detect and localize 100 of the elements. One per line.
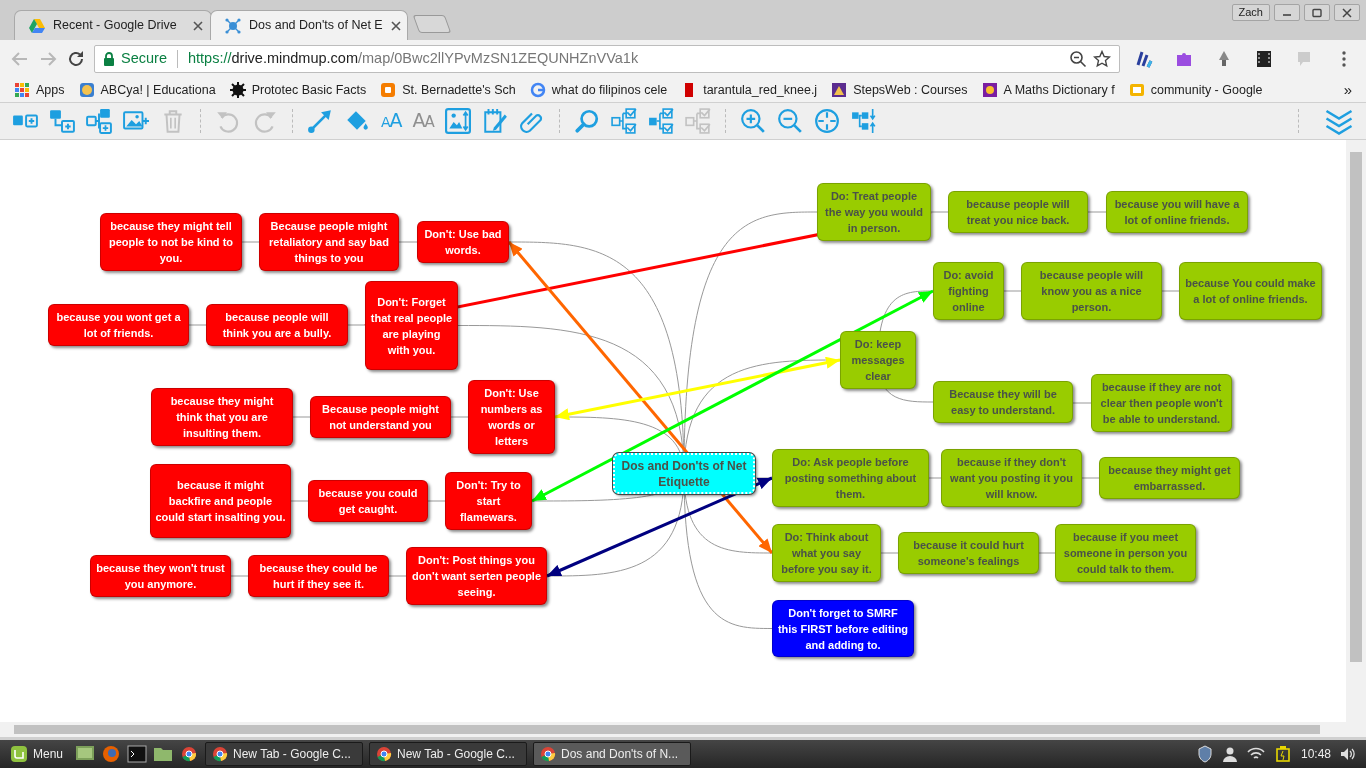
map-node[interactable]: Do: Think about what you say before you say it. — [772, 524, 881, 582]
bookmark-link[interactable]: ABCya! | Educationa — [100, 80, 216, 100]
connector-line — [1072, 402, 1092, 404]
map-node[interactable]: because they might tell people to not be kind to you. — [100, 213, 242, 271]
map-node[interactable]: because it could hurt someone's fealings — [898, 532, 1039, 574]
map-node[interactable]: Don't: Use numbers as words or letters — [468, 380, 555, 454]
shield-icon[interactable] — [1196, 745, 1213, 763]
bookmark-link[interactable]: community - Google — [1150, 80, 1263, 100]
close-icon[interactable] — [193, 20, 203, 31]
scrollbar-thumb[interactable] — [1350, 152, 1362, 662]
drive-icon — [29, 17, 45, 34]
address-bar[interactable]: Secure https://drive.mindmup.com/map/0Bwc2llYPvMzSN1ZEQUNHZnVVa1k — [94, 45, 1120, 73]
connector-line — [1003, 290, 1022, 292]
firefox-icon[interactable] — [101, 744, 122, 764]
font-size-button[interactable]: AA — [381, 108, 402, 134]
chrome-icon — [376, 746, 393, 762]
connector-line — [230, 575, 249, 577]
root-node[interactable]: Dos and Don'ts of Net Etiquette — [613, 453, 755, 494]
url-text: https://drive.mindmup.com/map/0Bwc2llYPvMzSN1ZEQUNHZnVVa1k — [187, 49, 639, 69]
map-node[interactable]: because people will know you as a nice person. — [1021, 262, 1162, 320]
connector-line — [292, 416, 311, 418]
browser-tab[interactable]: Dos and Don'ts of Net E — [210, 10, 408, 40]
taskbar-window-button[interactable]: New Tab - Google C... — [369, 742, 528, 766]
network-icon — [225, 17, 241, 34]
user-icon[interactable] — [1221, 746, 1238, 762]
close-icon[interactable] — [1341, 7, 1353, 18]
checklist-icon[interactable] — [647, 108, 674, 134]
bookmark-icon — [831, 82, 848, 98]
map-node[interactable]: because if you meet someone in person you could talk to them. — [1055, 524, 1196, 582]
map-node[interactable]: because if they don't want you posting it you will know. — [941, 449, 1082, 507]
map-node[interactable]: because they might think that you are insulting them. — [151, 388, 293, 446]
map-node[interactable]: Because people might retaliatory and say bad things to you — [259, 213, 399, 271]
zoom-in-icon[interactable] — [739, 108, 766, 134]
terminal-icon[interactable] — [127, 744, 148, 764]
taskbar-window-button[interactable]: New Tab - Google C... — [205, 742, 364, 766]
tree-icon[interactable] — [850, 108, 877, 134]
search-icon[interactable] — [573, 108, 600, 134]
map-node[interactable]: Do: keep messages clear — [840, 331, 916, 389]
bookmark-link[interactable]: St. Bernadette's Sch — [402, 80, 516, 100]
map-node[interactable]: because you could get caught. — [308, 480, 428, 522]
profile-button[interactable]: Zach — [1231, 4, 1270, 21]
map-node[interactable]: Don't: Post things you don't want serten people seeing. — [406, 547, 547, 605]
bookmark-link[interactable]: Apps — [36, 80, 65, 100]
wifi-icon[interactable] — [1246, 746, 1265, 762]
speaker-icon[interactable] — [1340, 746, 1356, 762]
more-bookmarks-button[interactable]: » — [1343, 78, 1352, 102]
map-node[interactable]: Do: Ask people before posting something about them. — [772, 449, 929, 507]
map-node[interactable]: because people will think you are a bully. — [206, 304, 348, 346]
close-icon[interactable] — [390, 20, 401, 31]
battery-icon[interactable] — [1273, 745, 1292, 763]
bookmark-icon — [78, 82, 95, 98]
map-node[interactable]: Don't forget to SMRF this FIRST before editing and adding to. — [772, 600, 914, 657]
map-node[interactable]: Do: Treat people the way you would in person. — [817, 183, 931, 241]
map-node[interactable]: Don't: Use bad words. — [417, 221, 509, 263]
browser-tab[interactable]: Recent - Google Drive — [14, 10, 212, 40]
connector-line — [347, 324, 366, 326]
map-node[interactable]: because you will have a lot of online friends. — [1106, 191, 1248, 233]
notepad-icon[interactable] — [481, 108, 508, 134]
scrollbar-thumb[interactable] — [14, 725, 1320, 734]
taskbar-window-button[interactable]: Dos and Don'ts of N... — [533, 742, 692, 766]
map-node[interactable]: Do: avoid fighting online — [933, 262, 1004, 320]
bookmark-link[interactable]: tarantula_red_knee.j — [703, 80, 818, 100]
map-node[interactable]: Because they will be easy to understand. — [933, 381, 1073, 423]
bookmark-link[interactable]: A Maths Dictionary f — [1003, 80, 1115, 100]
link-arrow[interactable] — [546, 476, 773, 578]
map-node[interactable]: Don't: Forget that real people are playing with you. — [365, 281, 458, 370]
connector-line — [427, 500, 446, 502]
bookmark-link[interactable]: Prototec Basic Facts — [251, 80, 367, 100]
film-icon[interactable] — [1254, 49, 1274, 69]
arrow-icon[interactable] — [307, 108, 333, 134]
checklist-icon[interactable] — [610, 108, 637, 134]
gear-icon — [229, 82, 246, 98]
picture-resize-icon[interactable] — [444, 108, 471, 134]
bookmark-icon — [981, 82, 998, 98]
vertical-scrollbar[interactable] — [1346, 140, 1366, 722]
add-child-icon[interactable] — [49, 108, 75, 134]
bookmark-link[interactable]: StepsWeb : Courses — [853, 80, 968, 100]
chrome-icon — [540, 746, 557, 762]
map-node[interactable]: because they could be hurt if they see it. — [248, 555, 389, 597]
map-node[interactable]: Don't: Try to start flamewars. — [445, 472, 532, 530]
map-node[interactable]: because people will treat you nice back. — [948, 191, 1088, 233]
map-node[interactable]: because if they are not clear then people won't be able to understand. — [1091, 374, 1232, 432]
map-node[interactable]: because You could make a lot of online friends. — [1179, 262, 1322, 320]
map-node[interactable]: because it might backfire and people could start insalting you. — [150, 464, 291, 538]
maximize-icon[interactable] — [1311, 7, 1323, 18]
new-tab-button[interactable] — [412, 15, 452, 33]
map-node[interactable]: because they won't trust you anymore. — [90, 555, 231, 597]
menu-button[interactable]: Menu — [4, 745, 70, 763]
horizontal-scrollbar[interactable] — [0, 722, 1366, 737]
star-icon[interactable] — [1093, 50, 1111, 68]
crosshair-icon[interactable] — [813, 108, 840, 134]
connector-line — [241, 241, 260, 243]
map-node[interactable]: Because people might not understand you — [310, 396, 451, 438]
reload-button[interactable] — [66, 49, 86, 69]
add-parent-icon[interactable] — [86, 108, 112, 134]
map-node[interactable]: because you wont get a lot of friends. — [48, 304, 189, 346]
map-node[interactable]: because they might get embarrassed. — [1099, 457, 1240, 499]
bookmark-link[interactable]: what do filipinos cele — [551, 80, 668, 100]
zoom-out-icon[interactable] — [1069, 50, 1087, 68]
lock-icon — [103, 52, 115, 66]
